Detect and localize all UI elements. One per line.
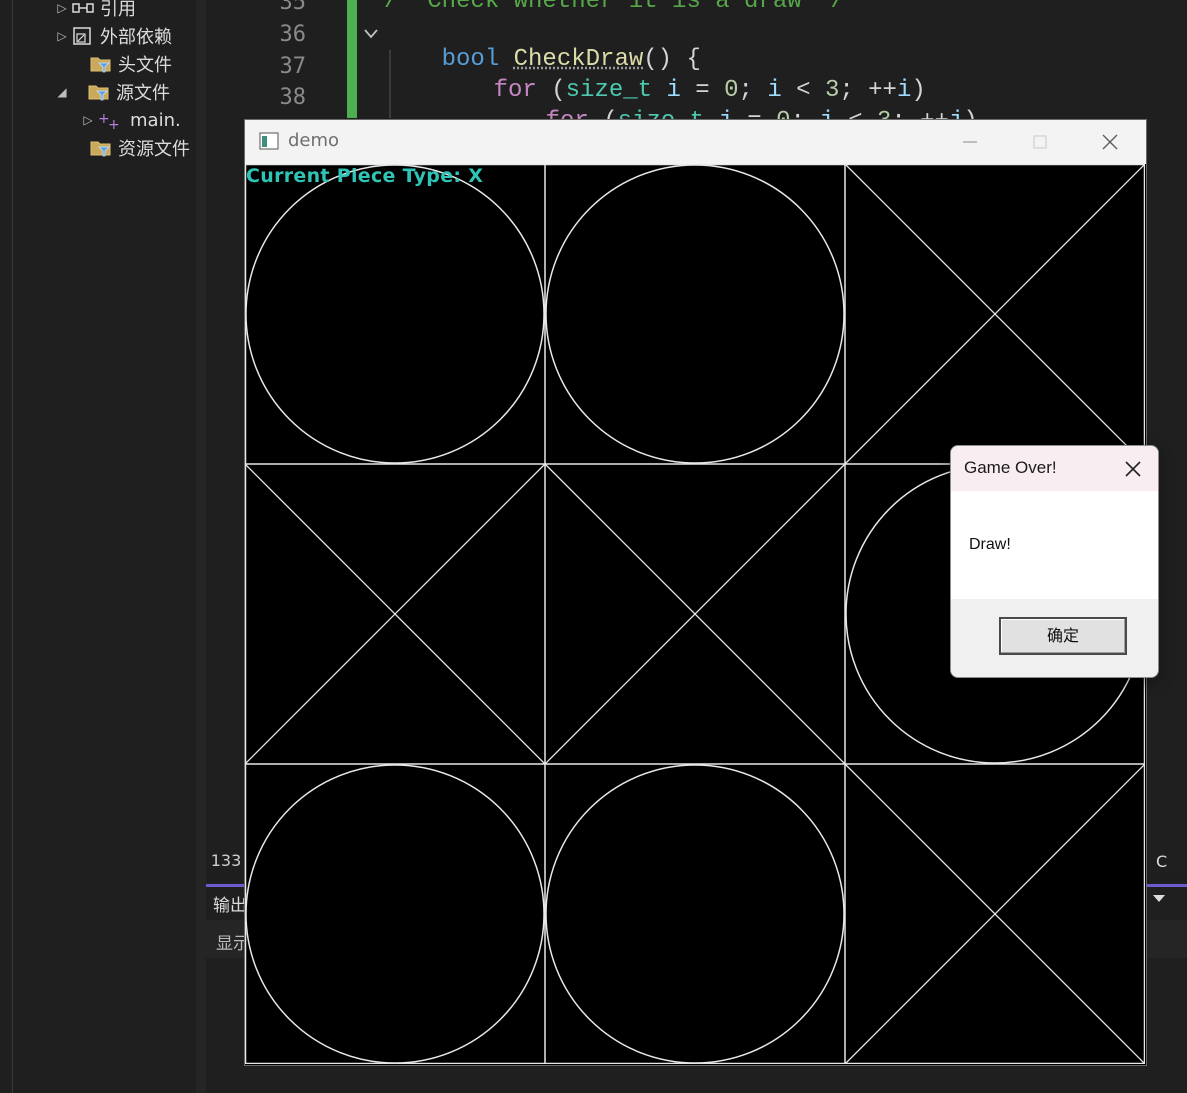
line-number: 36 <box>206 22 306 47</box>
ok-button[interactable]: 确定 <box>999 617 1127 655</box>
collapse-arrow-icon[interactable]: ◢ <box>52 85 72 99</box>
expand-arrow-icon[interactable]: ▷ <box>52 29 72 43</box>
status-right-control[interactable]: C <box>1145 850 1187 874</box>
tree-item-main-cpp[interactable]: ▷ + + main. <box>78 106 181 134</box>
piece-o <box>546 165 844 463</box>
fold-chevron-icon[interactable] <box>362 26 382 42</box>
tree-item-references[interactable]: ▷ 引用 <box>52 0 136 22</box>
game-over-dialog[interactable]: Game Over! Draw! 确定 <box>950 445 1159 678</box>
piece-o <box>246 765 544 1063</box>
dropdown-arrow-icon[interactable] <box>1153 895 1165 902</box>
folder-filter-icon <box>90 139 112 157</box>
dialog-close-icon[interactable] <box>1121 457 1145 481</box>
piece-x <box>245 464 545 764</box>
change-indicator <box>347 0 357 118</box>
current-piece-label: Current Piece Type: X <box>246 165 483 187</box>
piece-o <box>246 165 544 463</box>
tree-item-resource-files[interactable]: 资源文件 <box>72 134 190 162</box>
piece-o <box>546 765 844 1063</box>
expand-arrow-icon[interactable]: ▷ <box>52 1 72 15</box>
close-icon <box>1101 133 1119 151</box>
expand-arrow-icon[interactable]: ▷ <box>78 113 98 127</box>
dialog-title: Game Over! <box>964 458 1057 478</box>
piece-x <box>845 164 1145 464</box>
piece-x <box>545 464 845 764</box>
output-panel-title[interactable]: 输出 <box>213 891 247 916</box>
external-deps-icon <box>72 27 94 45</box>
tree-item-source-files[interactable]: ◢ 源文件 <box>52 78 170 106</box>
minimize-icon <box>962 134 978 150</box>
window-title: demo <box>288 130 339 151</box>
close-button[interactable] <box>1075 120 1145 164</box>
svg-text:+: + <box>108 117 120 130</box>
tree-item-label: main. <box>130 110 181 131</box>
code-comment: /* Check whether it is a draw */ <box>384 0 845 15</box>
minimize-button[interactable] <box>935 120 1005 164</box>
demo-titlebar[interactable]: demo <box>245 120 1146 164</box>
line-number: 37 <box>206 54 306 79</box>
piece-x <box>845 764 1145 1064</box>
line-number: 35 <box>206 0 306 15</box>
tree-item-external-deps[interactable]: ▷ 外部依赖 <box>52 22 172 50</box>
cpp-file-icon: + + <box>98 111 124 129</box>
tree-item-label: 源文件 <box>116 79 170 105</box>
folder-filter-icon <box>88 83 110 101</box>
folder-filter-icon <box>90 55 112 73</box>
tree-item-header-files[interactable]: 头文件 <box>72 50 172 78</box>
line-number: 38 <box>206 85 306 110</box>
tree-item-label: 外部依赖 <box>100 23 172 49</box>
splitter[interactable] <box>196 0 206 1093</box>
tree-item-label: 资源文件 <box>118 135 190 161</box>
indent-guide <box>389 50 391 118</box>
app-window-icon <box>259 132 279 150</box>
maximize-button[interactable] <box>1005 120 1075 164</box>
references-icon <box>72 0 94 17</box>
solution-explorer: ▷ 引用 ▷ 外部依赖 头文件 ◢ 源文件 ▷ + + main. 资源文件 <box>0 0 197 1093</box>
dialog-message: Draw! <box>969 536 1011 554</box>
maximize-icon <box>1032 134 1048 150</box>
tree-item-label: 头文件 <box>118 51 172 77</box>
tree-guide-line <box>12 0 13 1093</box>
tree-item-label: 引用 <box>100 0 136 21</box>
line-column-indicator[interactable]: 133 <box>206 847 246 875</box>
